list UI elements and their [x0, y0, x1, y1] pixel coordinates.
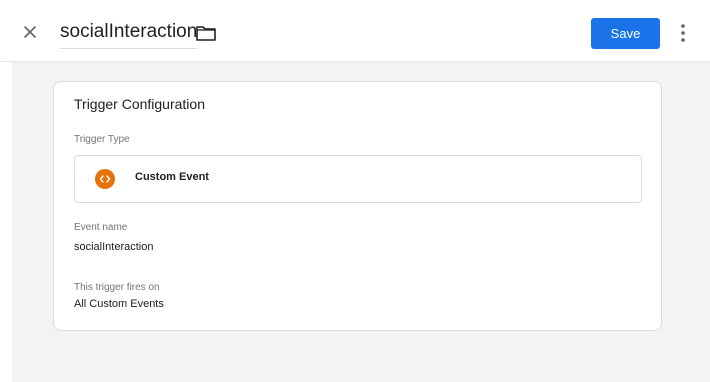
fires-on-value: All Custom Events [74, 298, 164, 310]
trigger-name-title: socialInteraction [60, 21, 198, 42]
card-title: Trigger Configuration [74, 96, 205, 112]
event-name-label: Event name [74, 222, 128, 233]
more-vert-icon [674, 24, 692, 48]
folder-button[interactable] [195, 24, 217, 42]
close-button[interactable] [20, 22, 40, 42]
save-button[interactable]: Save [591, 18, 660, 49]
more-options-button[interactable] [674, 22, 692, 44]
trigger-name-field[interactable]: socialInteraction [60, 20, 198, 49]
top-bar: socialInteraction Save [0, 0, 710, 62]
fires-on-label: This trigger fires on [74, 282, 160, 293]
event-name-value: socialInteraction [74, 241, 154, 253]
custom-event-icon [95, 169, 115, 189]
close-icon [20, 22, 40, 42]
trigger-type-label: Trigger Type [74, 134, 130, 145]
content-area: Trigger Configuration Trigger Type Custo… [12, 62, 710, 382]
folder-icon [195, 26, 217, 46]
trigger-configuration-card[interactable]: Trigger Configuration Trigger Type Custo… [53, 81, 662, 331]
trigger-type-selector[interactable]: Custom Event [74, 155, 642, 203]
trigger-type-value: Custom Event [135, 171, 209, 183]
